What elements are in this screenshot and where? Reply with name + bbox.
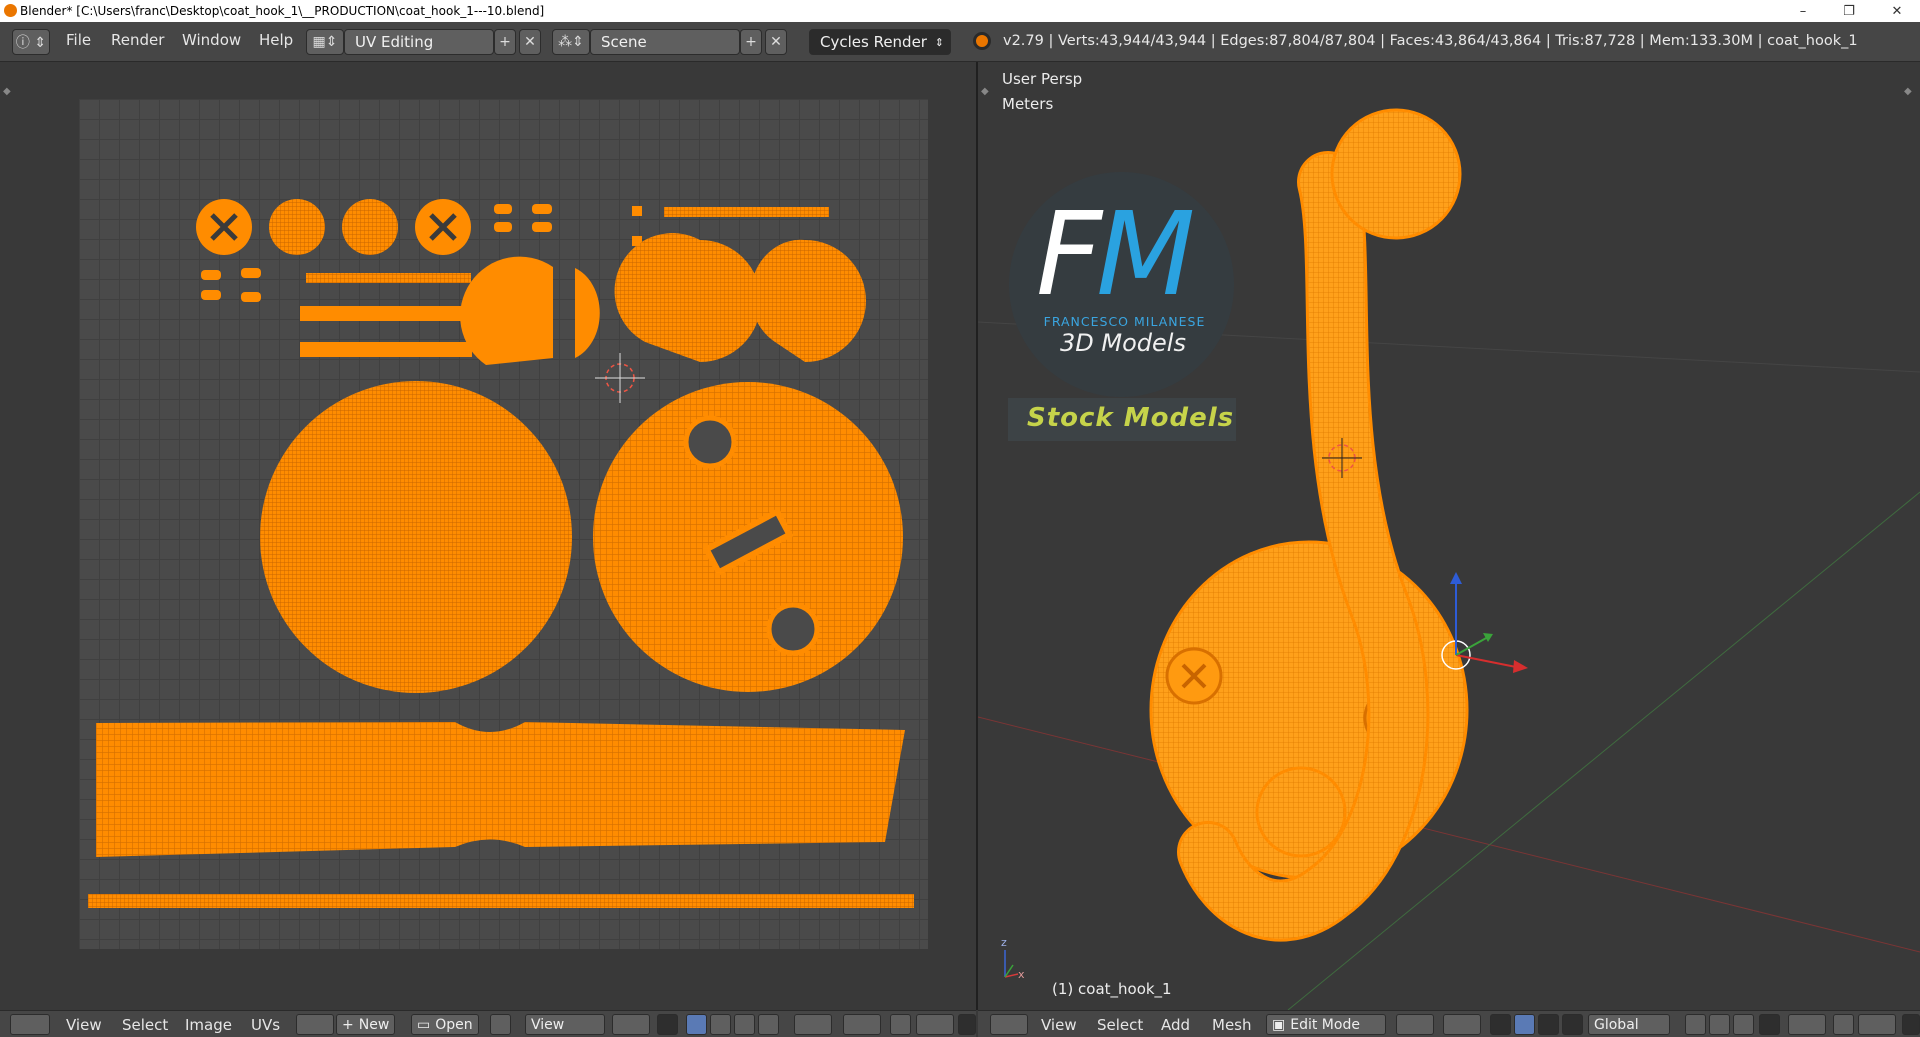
minimize-button[interactable]: – bbox=[1780, 0, 1826, 22]
info-header: ⓘ ⇕ File Render Window Help ▦⇕ UV Editin… bbox=[0, 22, 1920, 62]
watermark-author: FRANCESCO MILANESE bbox=[1043, 314, 1206, 329]
menu-help[interactable]: Help bbox=[259, 31, 293, 49]
folder-icon: ▭ bbox=[417, 1016, 431, 1033]
open-image-button[interactable]: ▭ Open bbox=[411, 1014, 479, 1035]
watermark-tagline: 3D Models bbox=[1060, 329, 1186, 357]
blender-logo-icon bbox=[973, 32, 991, 50]
add-scene-icon[interactable]: + bbox=[740, 29, 762, 55]
open-image-label: Open bbox=[435, 1016, 473, 1033]
image-browse-icon[interactable] bbox=[296, 1014, 334, 1035]
chevron-updown-icon: ⇕ bbox=[934, 35, 944, 49]
window-titlebar: Blender* [C:\Users\franc\Desktop\coat_ho… bbox=[0, 0, 1920, 22]
pivot-icon[interactable] bbox=[612, 1014, 650, 1035]
edge-select-icon[interactable] bbox=[710, 1014, 731, 1035]
add-screen-icon[interactable]: + bbox=[494, 29, 516, 55]
overflow-icon[interactable] bbox=[1902, 1014, 1920, 1035]
close-button[interactable]: ✕ bbox=[1874, 0, 1920, 22]
uv-menu-image[interactable]: Image bbox=[185, 1016, 232, 1034]
translate-manipulator-icon[interactable] bbox=[1514, 1014, 1535, 1035]
face-select-mode-icon[interactable] bbox=[1733, 1014, 1754, 1035]
vertex-select-icon[interactable] bbox=[686, 1014, 707, 1035]
screen-layout-icon[interactable]: ▦⇕ bbox=[306, 29, 344, 55]
transform-orientation-select[interactable]: Global bbox=[1588, 1014, 1670, 1035]
transform-orientation-label: Global bbox=[1594, 1016, 1639, 1033]
new-image-button[interactable]: + New bbox=[336, 1014, 396, 1035]
view-mode-select[interactable]: View bbox=[525, 1014, 605, 1035]
manipulator-toggle-icon[interactable] bbox=[1490, 1014, 1511, 1035]
edge-select-mode-icon[interactable] bbox=[1709, 1014, 1730, 1035]
viewport-header: View Select Add Mesh ▣ Edit Mode Global bbox=[978, 1010, 1920, 1037]
menu-render[interactable]: Render bbox=[111, 31, 164, 49]
vertex-select-mode-icon[interactable] bbox=[1685, 1014, 1706, 1035]
viewport-menu-select[interactable]: Select bbox=[1097, 1016, 1143, 1034]
render-engine-value: Cycles Render bbox=[820, 33, 927, 51]
face-select-icon[interactable] bbox=[734, 1014, 755, 1035]
units-label: Meters bbox=[1002, 95, 1054, 113]
island-select-icon[interactable] bbox=[758, 1014, 779, 1035]
uv-image-editor[interactable]: ◆ bbox=[0, 62, 976, 1010]
sticky-select-icon[interactable] bbox=[794, 1014, 832, 1035]
render-engine-select[interactable]: Cycles Render ⇕ bbox=[809, 29, 951, 55]
plus-icon: + bbox=[342, 1016, 354, 1033]
hook-bottom-ball bbox=[1255, 766, 1347, 858]
menu-window[interactable]: Window bbox=[182, 31, 241, 49]
uv-menu-uvs[interactable]: UVs bbox=[251, 1016, 280, 1034]
interaction-mode-select[interactable]: ▣ Edit Mode bbox=[1266, 1014, 1386, 1035]
uv-menu-view[interactable]: View bbox=[66, 1016, 102, 1034]
snap-element-icon[interactable] bbox=[916, 1014, 954, 1035]
blender-logo-icon bbox=[4, 4, 17, 17]
remove-scene-icon[interactable]: ✕ bbox=[765, 29, 787, 55]
interaction-mode-label: Edit Mode bbox=[1290, 1016, 1360, 1033]
uv-menu-select[interactable]: Select bbox=[122, 1016, 168, 1034]
screen-layout-field[interactable]: UV Editing bbox=[344, 29, 494, 55]
logo-letter-f: F bbox=[1036, 188, 1102, 322]
uv-editor-header: View Select Image UVs + New ▭ Open View bbox=[0, 1010, 976, 1037]
fm-monogram: FM bbox=[1036, 198, 1195, 313]
editor-type-image-icon[interactable] bbox=[10, 1014, 50, 1035]
snap-target-icon[interactable] bbox=[1858, 1014, 1896, 1035]
hook-top-ball bbox=[1330, 108, 1462, 240]
view-perspective-label: User Persp bbox=[1002, 70, 1083, 88]
proportional-edit-icon[interactable] bbox=[843, 1014, 881, 1035]
uv-islands bbox=[88, 199, 914, 908]
maximize-button[interactable]: ❐ bbox=[1826, 0, 1872, 22]
rotate-manipulator-icon[interactable] bbox=[1538, 1014, 1559, 1035]
viewport-menu-mesh[interactable]: Mesh bbox=[1212, 1016, 1252, 1034]
viewport-menu-add[interactable]: Add bbox=[1161, 1016, 1190, 1034]
pivot-point-icon[interactable] bbox=[1443, 1014, 1481, 1035]
scale-manipulator-icon[interactable] bbox=[1562, 1014, 1583, 1035]
editor-type-3d-icon[interactable] bbox=[990, 1014, 1028, 1035]
scene-statistics: v2.79 | Verts:43,944/43,944 | Edges:87,8… bbox=[1003, 33, 1858, 49]
scene-icon[interactable]: ⁂⇕ bbox=[552, 29, 590, 55]
stock-models-text: Stock Models bbox=[1027, 403, 1235, 433]
remove-screen-icon[interactable]: ✕ bbox=[519, 29, 541, 55]
overflow-icon[interactable] bbox=[958, 1014, 976, 1035]
new-image-label: New bbox=[358, 1016, 390, 1033]
logo-letter-m: M bbox=[1096, 188, 1195, 322]
editor-type-info-icon[interactable]: ⓘ ⇕ bbox=[12, 29, 50, 55]
viewport-shading-icon[interactable] bbox=[1396, 1014, 1434, 1035]
menu-file[interactable]: File bbox=[66, 31, 91, 49]
edit-mode-icon: ▣ bbox=[1272, 1016, 1286, 1033]
scene-field[interactable]: Scene bbox=[590, 29, 740, 55]
snap-icon[interactable] bbox=[890, 1014, 911, 1035]
svg-text:x: x bbox=[1018, 968, 1025, 981]
pin-icon[interactable] bbox=[490, 1014, 511, 1035]
viewport-menu-view[interactable]: View bbox=[1041, 1016, 1077, 1034]
active-object-label: (1) coat_hook_1 bbox=[1052, 980, 1172, 998]
view-mode-label: View bbox=[531, 1016, 565, 1033]
sync-select-icon[interactable] bbox=[657, 1014, 678, 1035]
limit-selection-icon[interactable] bbox=[1759, 1014, 1780, 1035]
proportional-editing-icon[interactable] bbox=[1788, 1014, 1826, 1035]
window-title: Blender* [C:\Users\franc\Desktop\coat_ho… bbox=[20, 4, 545, 18]
svg-text:z: z bbox=[1001, 936, 1007, 949]
snap-toggle-icon[interactable] bbox=[1833, 1014, 1854, 1035]
